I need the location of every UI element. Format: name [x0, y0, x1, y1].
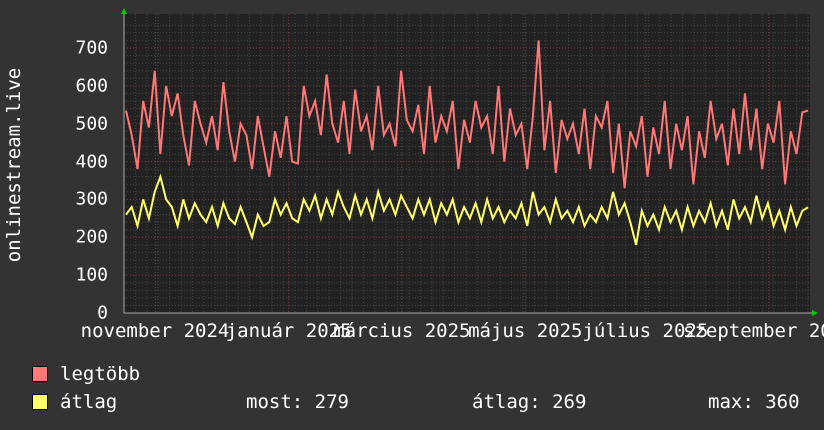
- legend-label-avg: átlag: [60, 391, 118, 413]
- y-tick-label: 300: [75, 188, 108, 210]
- y-tick-label: 700: [75, 37, 108, 59]
- x-tick-label: szeptember 2025: [683, 320, 824, 342]
- legend-swatch-avg: [32, 394, 48, 410]
- y-axis-arrow: [121, 8, 127, 14]
- y-tick-label: 500: [75, 113, 108, 135]
- y-tick-label: 400: [75, 151, 108, 173]
- x-axis-arrow: [812, 310, 818, 316]
- x-tick-label: március 2025: [333, 320, 471, 342]
- legend-current: most: 279: [246, 391, 349, 413]
- vertical-axis-label: onlinestream.live: [3, 67, 25, 263]
- x-tick-label: november 2024: [80, 320, 230, 342]
- plot-area: [124, 14, 810, 313]
- legend-average: átlag: 269: [472, 391, 587, 413]
- legend-item-max: legtöbb: [32, 363, 140, 385]
- legend-label-max: legtöbb: [60, 363, 141, 385]
- x-tick-label: május 2025: [468, 320, 583, 342]
- legend-item-avg: átlag most: 279 átlag: 269 max: 360: [32, 391, 800, 413]
- y-tick-label: 100: [75, 264, 108, 286]
- legend-maximum: max: 360: [708, 391, 800, 413]
- legend-swatch-max: [32, 366, 48, 382]
- y-tick-label: 600: [75, 75, 108, 97]
- y-tick-label: 200: [75, 226, 108, 248]
